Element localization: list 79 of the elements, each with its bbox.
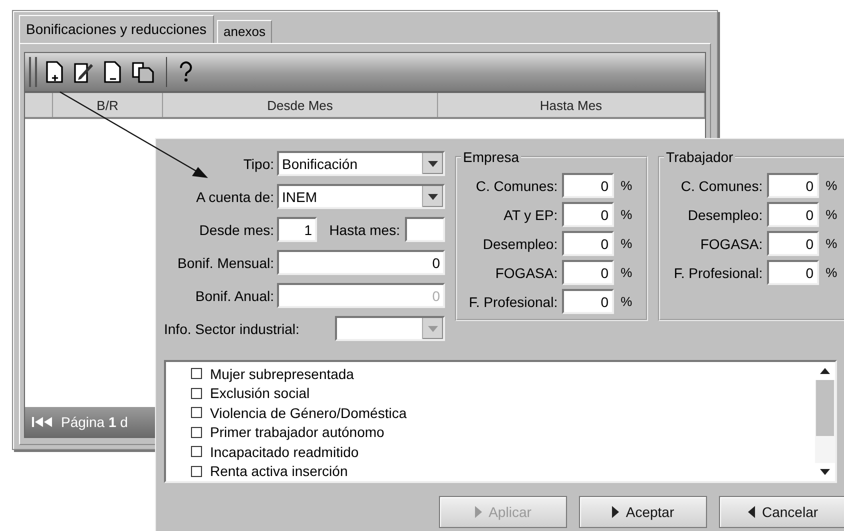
checkbox[interactable]	[191, 368, 202, 380]
copy-documents-icon[interactable]	[131, 60, 155, 84]
tab[interactable]: Bonificaciones y reducciones	[19, 15, 214, 43]
unit-label: %	[824, 265, 838, 280]
field-label: Desempleo:	[482, 236, 558, 252]
field-label: F. Profesional:	[468, 294, 558, 310]
help-icon[interactable]	[178, 60, 194, 84]
pager-label: Página 1 d	[61, 414, 128, 430]
input-field[interactable]: 0	[766, 173, 819, 198]
unit-label: %	[824, 236, 838, 251]
unit-label: %	[620, 236, 634, 251]
caret-icon	[428, 326, 438, 332]
column-header[interactable]: Desde Mes	[163, 93, 438, 117]
column-header[interactable]: B/R	[53, 93, 163, 117]
dialog-button[interactable]: Cancelar	[719, 496, 844, 528]
edit-document-icon[interactable]	[73, 60, 95, 84]
field-label: Hasta mes:	[328, 222, 400, 238]
field-label: A cuenta de:	[195, 188, 274, 204]
field-label: Desempleo:	[686, 206, 763, 222]
input-field[interactable]: 0	[562, 289, 614, 314]
scroll-down-icon[interactable]	[820, 469, 830, 475]
scroll-up-icon[interactable]	[820, 368, 830, 374]
new-document-icon[interactable]	[44, 60, 66, 84]
input-field[interactable]: 0	[277, 250, 445, 275]
field-label: C. Comunes:	[680, 178, 763, 194]
field-label: Info. Sector industrial:	[164, 320, 300, 336]
field-label: AT y EP:	[502, 206, 558, 222]
input-field[interactable]: 0	[766, 202, 819, 227]
dropdown-arrow-button[interactable]	[422, 186, 443, 207]
option-label: Primer trabajador autónomo	[210, 424, 384, 440]
dropdown-arrow-button[interactable]	[422, 153, 443, 174]
input-field[interactable]: 0	[766, 260, 819, 285]
checkbox[interactable]	[191, 446, 202, 458]
option-label: Exclusión social	[210, 385, 310, 402]
input-field[interactable]: 0	[766, 231, 819, 256]
field-label: Tipo:	[242, 156, 274, 172]
field-label: Bonif. Mensual:	[176, 254, 274, 270]
field-label: Desde mes:	[198, 222, 274, 238]
tab[interactable]: anexos	[216, 20, 272, 43]
dropdown[interactable]: Bonificación	[277, 151, 445, 176]
remove-document-icon[interactable]	[102, 60, 124, 84]
scrollbar[interactable]	[815, 362, 835, 481]
toolbar-grip[interactable]	[29, 57, 37, 87]
dropdown[interactable]: INEM	[277, 184, 445, 209]
unit-label: %	[620, 207, 634, 222]
column-header[interactable]: Hasta Mes	[438, 93, 705, 117]
input-field[interactable]: 0	[562, 202, 614, 227]
input-field[interactable]: 0	[562, 231, 614, 256]
left-triangle-icon	[748, 506, 755, 518]
unit-label: %	[824, 178, 838, 193]
field-label: Bonif. Anual:	[194, 288, 274, 304]
field-label: C. Comunes:	[474, 178, 558, 194]
first-page-icon[interactable]	[31, 416, 55, 428]
checkbox[interactable]	[191, 407, 202, 418]
input-field[interactable]: 1	[277, 217, 317, 242]
caret-icon	[428, 160, 438, 166]
right-triangle-icon	[474, 506, 482, 518]
group-title: Empresa	[462, 149, 520, 165]
option-label: Mujer subrepresentada	[210, 366, 354, 382]
unit-label: %	[620, 265, 634, 280]
input-field[interactable]: 0	[562, 173, 614, 198]
input-field[interactable]	[405, 217, 445, 242]
option-label: Violencia de Género/Doméstica	[210, 404, 407, 421]
unit-label: %	[620, 294, 634, 309]
field-label: F. Profesional:	[672, 264, 763, 280]
checkbox[interactable]	[191, 426, 202, 438]
right-triangle-icon	[612, 506, 619, 518]
dialog-button[interactable]: Aceptar	[579, 496, 707, 528]
checkbox[interactable]	[191, 388, 202, 399]
caret-icon	[428, 194, 438, 200]
option-label: Incapacitado readmitido	[210, 444, 359, 460]
input-field[interactable]: 0	[562, 260, 614, 285]
checkbox[interactable]	[191, 466, 202, 477]
option-label: Renta activa inserción	[210, 463, 348, 480]
unit-label: %	[824, 207, 838, 222]
field-label: FOGASA:	[494, 264, 558, 280]
unit-label: %	[620, 178, 634, 193]
field-label: FOGASA:	[699, 236, 763, 252]
group-title: Trabajador	[665, 149, 734, 165]
